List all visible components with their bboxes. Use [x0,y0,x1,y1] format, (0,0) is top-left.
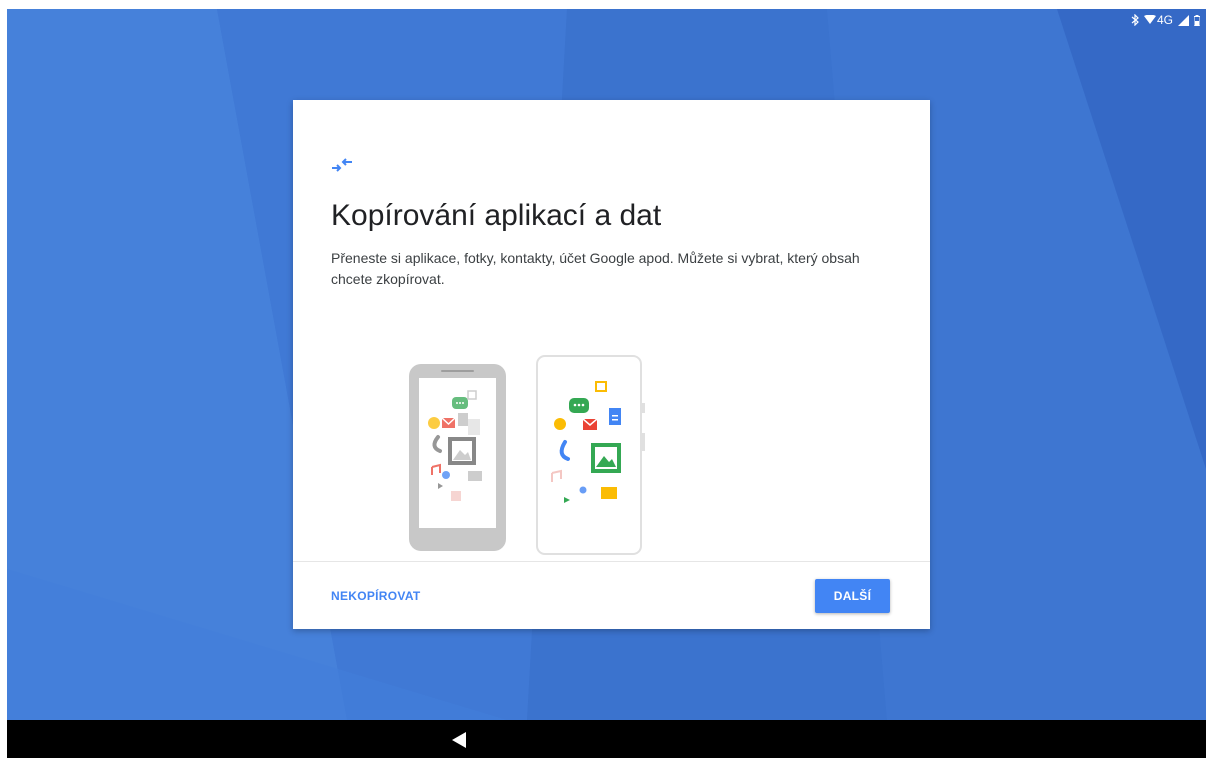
page-title: Kopírování aplikací a dat [331,199,662,232]
back-icon[interactable] [448,730,472,750]
status-bar: 4G [1131,11,1200,29]
card-divider [293,561,930,562]
battery-icon [1194,14,1200,26]
signal-icon [1178,14,1189,26]
navigation-bar [7,720,1206,758]
transfer-arrows-icon [332,158,352,172]
wifi-icon [1143,15,1156,25]
network-type-label: 4G [1156,13,1173,27]
skip-copy-button[interactable]: NEKOPÍROVAT [321,584,431,608]
tablet-screen: 4G Kopírování aplikací a dat Přeneste si… [7,9,1206,758]
page-description: Přeneste si aplikace, fotky, kontakty, ú… [331,250,860,287]
setup-card: Kopírování aplikací a dat Přeneste si ap… [293,100,930,629]
phones-transfer-illustration [409,355,645,555]
next-button[interactable]: DALŠÍ [815,579,890,613]
bluetooth-icon [1131,14,1139,26]
